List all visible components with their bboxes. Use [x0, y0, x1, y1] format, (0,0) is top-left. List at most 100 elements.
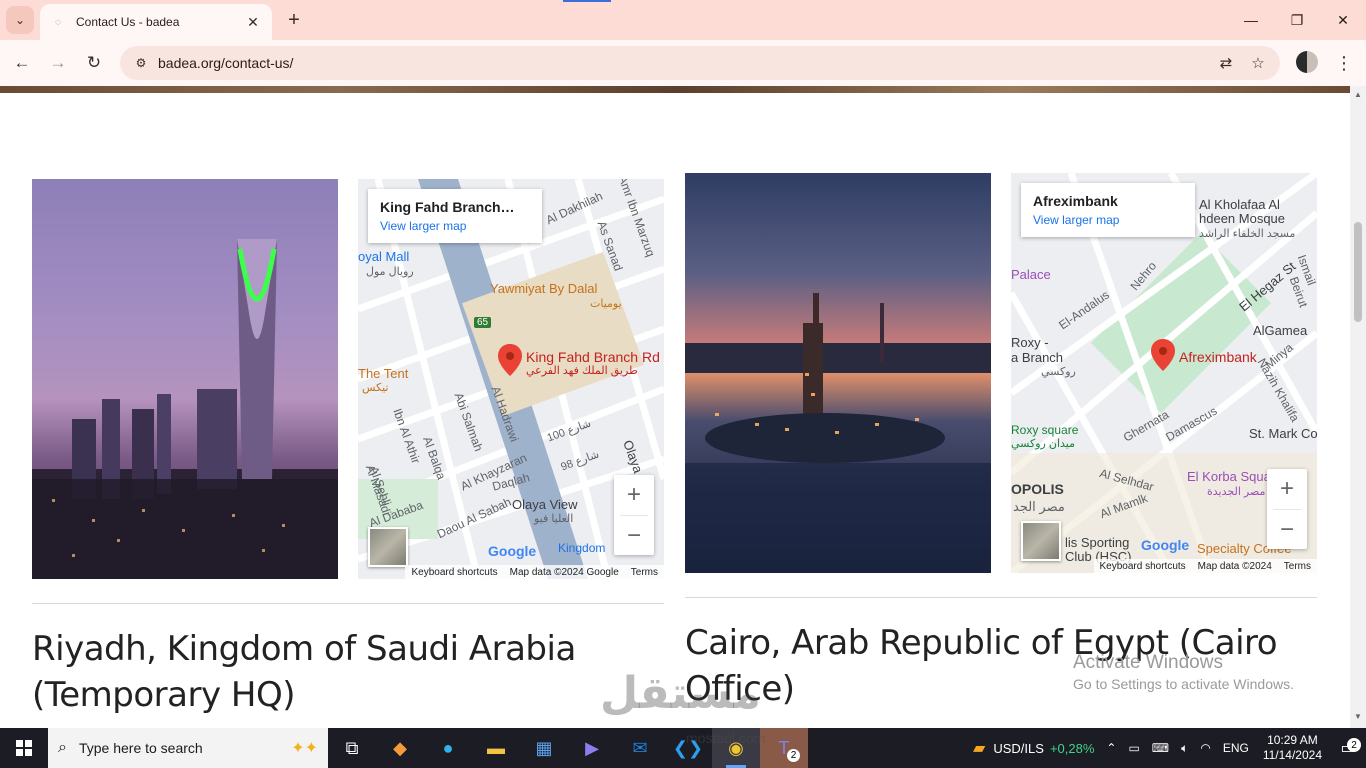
- ime-icon[interactable]: ⌨: [1146, 741, 1175, 755]
- zoom-in-button[interactable]: +: [614, 475, 654, 515]
- language-indicator[interactable]: ENG: [1217, 741, 1255, 755]
- satellite-toggle[interactable]: [1021, 521, 1061, 561]
- map-poi-label: Olaya View: [512, 497, 578, 512]
- stock-icon: ▰: [973, 740, 986, 757]
- notifications-button[interactable]: ▭ 2: [1330, 738, 1366, 758]
- stock-widget[interactable]: ▰ USD/ILS +0,28%: [967, 738, 1100, 758]
- satellite-toggle[interactable]: [368, 527, 408, 567]
- map-footer: Keyboard shortcuts Map data ©2024 Google…: [405, 565, 664, 579]
- map-pin-icon[interactable]: [498, 344, 522, 376]
- map-poi-label: رويال مول: [366, 266, 414, 278]
- stock-change: +0,28%: [1049, 740, 1095, 756]
- copilot-icon[interactable]: ◆: [376, 728, 424, 768]
- address-bar[interactable]: ⚙ badea.org/contact-us/: [120, 46, 1280, 80]
- reload-button[interactable]: ↻: [80, 49, 108, 77]
- map-poi-label: Roxy -: [1011, 335, 1049, 350]
- section-divider: [32, 603, 664, 604]
- map-poi-label: مسجد الخلفاء الراشد: [1199, 228, 1296, 240]
- forward-button[interactable]: →: [44, 49, 72, 77]
- browser-toolbar: ← → ↻ ⚙ badea.org/contact-us/ ⇄ ☆ ⋮: [0, 40, 1366, 86]
- view-larger-map-link[interactable]: View larger map: [380, 219, 530, 233]
- close-window-button[interactable]: ✕: [1320, 0, 1366, 40]
- section-divider: [685, 597, 1317, 598]
- map-poi-label: AlGamea: [1253, 323, 1308, 338]
- start-button[interactable]: [0, 728, 48, 768]
- map-zoom-control: + −: [1267, 469, 1307, 549]
- tab-search-button[interactable]: ⌄: [6, 6, 34, 34]
- network-icon[interactable]: ◠: [1194, 741, 1216, 755]
- riyadh-skyline-illustration: [32, 239, 338, 579]
- new-tab-button[interactable]: +: [282, 8, 306, 32]
- restore-icon: ❐: [1290, 11, 1304, 28]
- scrollbar-thumb[interactable]: [1354, 222, 1362, 322]
- edge-icon[interactable]: ●: [424, 728, 472, 768]
- browser-menu-icon[interactable]: ⋮: [1332, 49, 1356, 77]
- minimize-icon: —: [1244, 12, 1258, 28]
- store-icon[interactable]: ▦: [520, 728, 568, 768]
- hero-image-bottom: [0, 86, 1350, 93]
- map-poi-label: Yawmiyat By Dalal: [490, 281, 598, 296]
- map-poi-label: oyal Mall: [358, 249, 410, 264]
- close-icon: ✕: [1337, 11, 1349, 28]
- system-tray: ▰ USD/ILS +0,28% ⌃ ▭ ⌨ 🔈︎ ◠ ENG 10:29 AM…: [967, 728, 1366, 768]
- back-button[interactable]: ←: [8, 49, 36, 77]
- minimize-button[interactable]: —: [1228, 0, 1274, 40]
- chevron-up-icon: ⌃: [1106, 741, 1117, 755]
- map-pin-icon[interactable]: [1151, 339, 1175, 371]
- close-tab-icon[interactable]: ✕: [244, 14, 262, 31]
- map-zoom-control: + −: [614, 475, 654, 555]
- clock[interactable]: 10:29 AM 11/14/2024: [1255, 733, 1330, 763]
- meet-now-icon[interactable]: ▭: [1122, 741, 1145, 755]
- bookmark-star-icon[interactable]: ☆: [1244, 49, 1272, 77]
- translate-icon[interactable]: ⇄: [1212, 49, 1240, 77]
- zoom-out-button[interactable]: −: [1267, 510, 1307, 550]
- map-place-card: King Fahd Branch… View larger map: [368, 189, 542, 243]
- volume-icon[interactable]: 🔈︎: [1175, 741, 1194, 756]
- teams-icon[interactable]: T 2: [760, 728, 808, 768]
- scroll-down-arrow[interactable]: ▼: [1354, 712, 1362, 721]
- map-poi-label: hdeen Mosque: [1199, 211, 1286, 226]
- watermark-url: mostaql.com: [686, 730, 766, 746]
- file-explorer-icon[interactable]: ▬: [472, 728, 520, 768]
- clipchamp-icon[interactable]: ▶: [568, 728, 616, 768]
- riyadh-map[interactable]: Yawmiyat By Dalal يوميات oyal Mall رويال…: [358, 179, 664, 579]
- task-view-icon[interactable]: ⧉: [328, 728, 376, 768]
- stock-name: USD/ILS: [993, 740, 1044, 756]
- keyboard-shortcuts-link[interactable]: Keyboard shortcuts: [411, 567, 497, 578]
- outlook-icon[interactable]: ✉: [616, 728, 664, 768]
- map-poi-label: Roxy square: [1011, 423, 1079, 437]
- cairo-nile-photo: [685, 173, 991, 573]
- map-pin-label: King Fahd Branch Rd: [526, 349, 660, 365]
- map-poi-label: Kingdom: [558, 541, 606, 555]
- page-scrollbar[interactable]: ▲ ▼: [1350, 86, 1366, 728]
- terms-link[interactable]: Terms: [631, 567, 658, 578]
- map-poi-label: العليا فيو: [534, 513, 574, 525]
- scroll-up-arrow[interactable]: ▲: [1354, 90, 1362, 99]
- keyboard-shortcuts-link[interactable]: Keyboard shortcuts: [1100, 561, 1186, 572]
- map-data-text: Map data ©2024: [1197, 560, 1272, 572]
- zoom-out-button[interactable]: −: [614, 516, 654, 556]
- windows-taskbar: ⌕ Type here to search ✦✦ ⧉ ◆ ● ▬ ▦ ▶ ✉ ❮…: [0, 728, 1366, 768]
- zoom-in-button[interactable]: +: [1267, 469, 1307, 509]
- map-place-name: Afreximbank: [1033, 193, 1118, 209]
- search-placeholder: Type here to search: [78, 740, 203, 756]
- terms-link[interactable]: Terms: [1284, 561, 1311, 572]
- profile-avatar[interactable]: [1296, 51, 1318, 73]
- chevron-down-icon: ⌄: [14, 13, 26, 27]
- cairo-map[interactable]: Al Kholafaa Al hdeen Mosque مسجد الخلفاء…: [1011, 173, 1317, 573]
- show-hidden-icons[interactable]: ⌃: [1100, 741, 1122, 755]
- globe-icon: ◌: [55, 16, 61, 28]
- reload-icon: ↻: [86, 53, 102, 72]
- tab-contact-us[interactable]: ◌ Contact Us - badea ✕: [40, 4, 272, 40]
- site-info-icon[interactable]: ⚙: [126, 56, 156, 70]
- map-poi-label: Palace: [1011, 267, 1051, 282]
- notification-badge: 2: [1347, 738, 1361, 752]
- google-logo: Google: [488, 543, 537, 559]
- url-text: badea.org/contact-us/: [158, 55, 294, 71]
- taskbar-search[interactable]: ⌕ Type here to search ✦✦: [48, 728, 328, 768]
- restore-button[interactable]: ❐: [1274, 0, 1320, 40]
- map-data-text: Map data ©2024 Google: [509, 566, 619, 578]
- tab-strip: ⌄ ◌ Contact Us - badea ✕ + — ❐ ✕: [0, 0, 1366, 40]
- map-place-card: Afreximbank View larger map: [1021, 183, 1195, 237]
- view-larger-map-link[interactable]: View larger map: [1033, 213, 1183, 227]
